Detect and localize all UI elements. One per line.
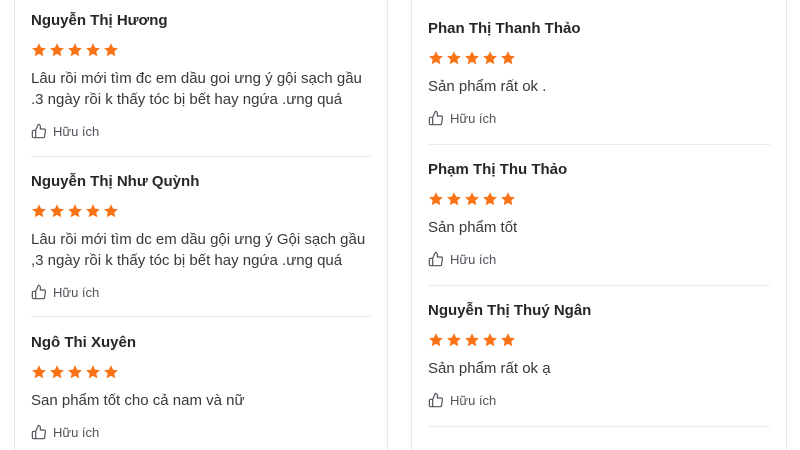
review-comment: Sản phẩm tốt [428, 219, 518, 236]
helpful-button[interactable]: Hữu ích [31, 122, 371, 140]
reviewer-name: Phan Thị Thanh Thảo [428, 20, 581, 37]
star-icon [465, 51, 479, 65]
star-icon [32, 365, 46, 379]
divider [428, 285, 770, 286]
divider [31, 156, 371, 157]
divider [428, 426, 770, 427]
helpful-label: Hữu ích [450, 110, 497, 126]
star-icon [447, 333, 461, 347]
reviewer-name: Nguyễn Thị Thuý Ngân [428, 302, 592, 319]
helpful-button[interactable]: Hữu ích [31, 283, 371, 301]
star-icon [86, 365, 100, 379]
thumbs-up-icon [428, 110, 444, 126]
star-icon [483, 333, 497, 347]
star-icon [429, 51, 443, 65]
star-icon [447, 51, 461, 65]
star-icon [50, 43, 64, 57]
thumbs-up-icon [428, 251, 444, 267]
helpful-button[interactable]: Hữu ích [428, 109, 770, 127]
review-item: Ngô Thi Xuyên San phẩm tốt cho cả nam và… [31, 334, 371, 441]
thumbs-up-icon [31, 284, 47, 300]
review-comment: Sản phẩm rất ok . [428, 78, 547, 95]
review-item: Nguyễn Thị Hương Lâu rồi mới tìm đc em d… [31, 12, 371, 140]
star-icon [465, 192, 479, 206]
star-icon [483, 51, 497, 65]
helpful-label: Hữu ích [450, 392, 497, 408]
helpful-button[interactable]: Hữu ích [428, 250, 770, 268]
rating-stars [428, 191, 770, 207]
star-icon [104, 43, 118, 57]
star-icon [501, 333, 515, 347]
star-icon [501, 51, 515, 65]
rating-stars [428, 50, 770, 66]
review-item: Nguyễn Thị Như Quỳnh Lâu rồi mới tìm dc … [31, 173, 371, 301]
review-comment: Lâu rồi mới tìm đc em dầu goi ưng ý gội … [31, 70, 362, 108]
star-icon [86, 204, 100, 218]
star-icon [429, 192, 443, 206]
star-icon [68, 365, 82, 379]
star-icon [68, 43, 82, 57]
thumbs-up-icon [428, 392, 444, 408]
reviewer-name: Ngô Thi Xuyên [31, 334, 136, 351]
divider [31, 316, 371, 317]
star-icon [50, 365, 64, 379]
reviewer-name: Nguyễn Thị Như Quỳnh [31, 173, 200, 190]
helpful-button[interactable]: Hữu ích [31, 423, 371, 441]
thumbs-up-icon [31, 424, 47, 440]
review-item: Nguyễn Thị Thuý Ngân Sản phẩm rất ok ạ H… [428, 302, 770, 409]
helpful-button[interactable]: Hữu ích [428, 391, 770, 409]
helpful-label: Hữu ích [53, 424, 100, 440]
star-icon [104, 204, 118, 218]
rating-stars [31, 42, 371, 58]
star-icon [50, 204, 64, 218]
review-comment: Sản phẩm rất ok ạ [428, 360, 551, 377]
review-comment: San phẩm tốt cho cả nam và nữ [31, 392, 245, 409]
helpful-label: Hữu ích [53, 284, 100, 300]
star-icon [68, 204, 82, 218]
reviewer-name: Nguyễn Thị Hương [31, 12, 168, 29]
helpful-label: Hữu ích [53, 123, 100, 139]
rating-stars [428, 332, 770, 348]
review-comment: Lâu rồi mới tìm dc em dầu gội ưng ý Gội … [31, 231, 366, 269]
helpful-label: Hữu ích [450, 251, 497, 267]
star-icon [32, 43, 46, 57]
thumbs-up-icon [31, 123, 47, 139]
star-icon [86, 43, 100, 57]
star-icon [429, 333, 443, 347]
review-item: Phan Thị Thanh Thảo Sản phẩm rất ok . Hữ… [428, 20, 770, 127]
rating-stars [31, 203, 371, 219]
star-icon [32, 204, 46, 218]
star-icon [483, 192, 497, 206]
rating-stars [31, 364, 371, 380]
right-review-column: Phan Thị Thanh Thảo Sản phẩm rất ok . Hữ… [411, 0, 787, 450]
star-icon [501, 192, 515, 206]
reviewer-name: Phạm Thị Thu Thảo [428, 161, 568, 178]
star-icon [465, 333, 479, 347]
star-icon [104, 365, 118, 379]
left-review-column: Nguyễn Thị Hương Lâu rồi mới tìm đc em d… [14, 0, 388, 450]
divider [428, 144, 770, 145]
star-icon [447, 192, 461, 206]
review-item: Phạm Thị Thu Thảo Sản phẩm tốt Hữu ích [428, 161, 770, 268]
